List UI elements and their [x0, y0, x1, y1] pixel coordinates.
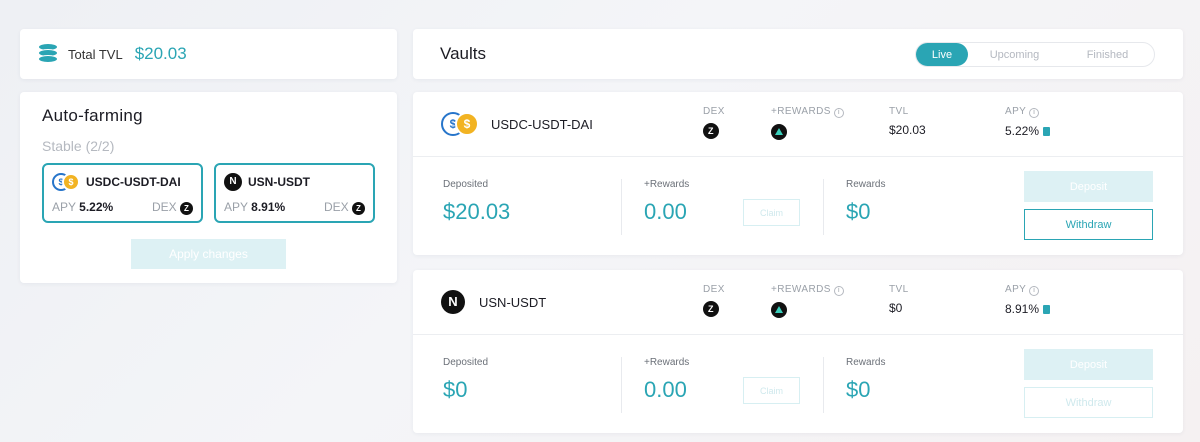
calculator-icon[interactable]	[1043, 127, 1051, 136]
calculator-icon[interactable]	[1043, 305, 1051, 314]
total-tvl-label: Total TVL	[68, 46, 123, 62]
divider	[621, 357, 622, 413]
vault-name: $ $ USDC-USDT-DAI	[441, 112, 593, 136]
info-icon[interactable]: i	[833, 286, 844, 296]
pool-name: USN-USDT	[248, 175, 310, 189]
pool-option-usdc-usdt-dai[interactable]: $ $ USDC-USDT-DAI APY 5.22% DEX Z	[42, 163, 203, 223]
coins-stack-icon	[38, 43, 58, 65]
claim-button[interactable]: Claim	[743, 199, 800, 226]
info-icon[interactable]: i	[833, 108, 844, 118]
plus-rewards-stat: +Rewards 0.00	[644, 357, 690, 402]
rewards-logo-icon	[771, 302, 787, 318]
usdt-coin-icon: $	[62, 173, 80, 191]
pool-dex: DEX Z	[324, 200, 365, 215]
vault-rewards: +REWARDS i	[771, 106, 844, 143]
vault-dex: DEX Z	[703, 106, 725, 139]
tab-finished[interactable]: Finished	[1061, 43, 1154, 66]
info-icon[interactable]: i	[1029, 286, 1040, 296]
rewards-stat: Rewards $0	[846, 357, 886, 402]
divider	[823, 357, 824, 413]
auto-farming-subtitle: Stable (2/2)	[42, 138, 115, 154]
dex-logo-icon: Z	[703, 301, 719, 317]
pool-option-usn-usdt[interactable]: N USN-USDT APY 8.91% DEX Z	[214, 163, 375, 223]
auto-farming-card: Auto-farming Stable (2/2) $ $ USDC-USDT-…	[20, 92, 397, 283]
info-icon[interactable]: i	[1029, 108, 1040, 118]
tab-upcoming[interactable]: Upcoming	[968, 43, 1061, 66]
apply-changes-button[interactable]: Apply changes	[131, 239, 286, 269]
total-tvl-value: $20.03	[134, 44, 187, 63]
pool-apy: APY 8.91%	[224, 200, 286, 214]
vault-tvl: TVL $0	[889, 284, 909, 315]
withdraw-button[interactable]: Withdraw	[1024, 387, 1153, 418]
vault-card-usdc-usdt-dai: $ $ USDC-USDT-DAI DEX Z +REWARDS i TVL $…	[413, 92, 1183, 255]
vault-apy: APY i 8.91%	[1005, 284, 1051, 316]
vault-name: N USN-USDT	[441, 290, 546, 314]
vault-apy: APY i 5.22%	[1005, 106, 1051, 138]
total-tvl-card: Total TVL $20.03	[20, 29, 397, 79]
deposited-stat: Deposited $20.03	[443, 179, 511, 224]
plus-rewards-stat: +Rewards 0.00	[644, 179, 690, 224]
auto-farming-title: Auto-farming	[42, 106, 143, 125]
pool-dex: DEX Z	[152, 200, 193, 215]
vault-tvl: TVL $20.03	[889, 106, 926, 137]
pool-name: USDC-USDT-DAI	[86, 175, 181, 189]
divider	[621, 179, 622, 235]
usdt-coin-icon: $	[455, 112, 479, 136]
deposit-button[interactable]: Deposit	[1024, 349, 1153, 380]
dex-logo-icon: Z	[352, 202, 365, 215]
vault-dex: DEX Z	[703, 284, 725, 317]
rewards-logo-icon	[771, 124, 787, 140]
vault-status-tabs: Live Upcoming Finished	[915, 42, 1155, 67]
vault-rewards: +REWARDS i	[771, 284, 844, 321]
vaults-header: Vaults Live Upcoming Finished	[413, 29, 1183, 79]
claim-button[interactable]: Claim	[743, 377, 800, 404]
usn-coin-icon: N	[441, 290, 465, 314]
dex-logo-icon: Z	[180, 202, 193, 215]
pool-apy: APY 5.22%	[52, 200, 114, 214]
dex-logo-icon: Z	[703, 123, 719, 139]
tab-live[interactable]: Live	[916, 43, 968, 66]
withdraw-button[interactable]: Withdraw	[1024, 209, 1153, 240]
rewards-stat: Rewards $0	[846, 179, 886, 224]
usn-coin-icon: N	[224, 173, 242, 191]
divider	[823, 179, 824, 235]
vaults-title: Vaults	[440, 44, 486, 63]
vault-card-usn-usdt: N USN-USDT DEX Z +REWARDS i TVL $0 APY i…	[413, 270, 1183, 433]
deposit-button[interactable]: Deposit	[1024, 171, 1153, 202]
deposited-stat: Deposited $0	[443, 357, 489, 402]
